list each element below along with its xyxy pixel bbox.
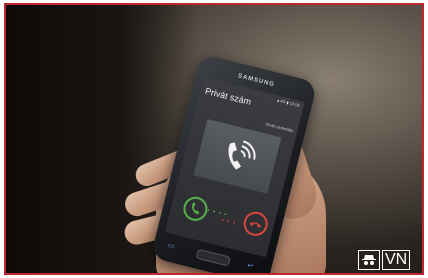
caller-avatar <box>193 119 282 194</box>
swipe-dots-green: • • • • <box>206 207 228 219</box>
decline-call-button[interactable] <box>241 209 271 239</box>
phone-ringing-icon <box>228 140 256 170</box>
reject-with-message-link[interactable]: Hívás elutasítás <box>265 121 294 133</box>
caller-name: Privát szám <box>204 85 253 107</box>
phone-decline-icon <box>249 222 262 228</box>
accept-call-button[interactable] <box>180 194 211 224</box>
watermark-logo: VN <box>358 250 411 270</box>
swipe-dots-red: • • • <box>220 217 237 227</box>
spy-icon <box>358 250 380 270</box>
watermark-text: VN <box>382 250 411 270</box>
phone-accept-icon <box>192 202 200 215</box>
photo-frame: SAMSUNG ▲4G ▮ 13:05 Privát szám Hívás el… <box>4 3 424 275</box>
